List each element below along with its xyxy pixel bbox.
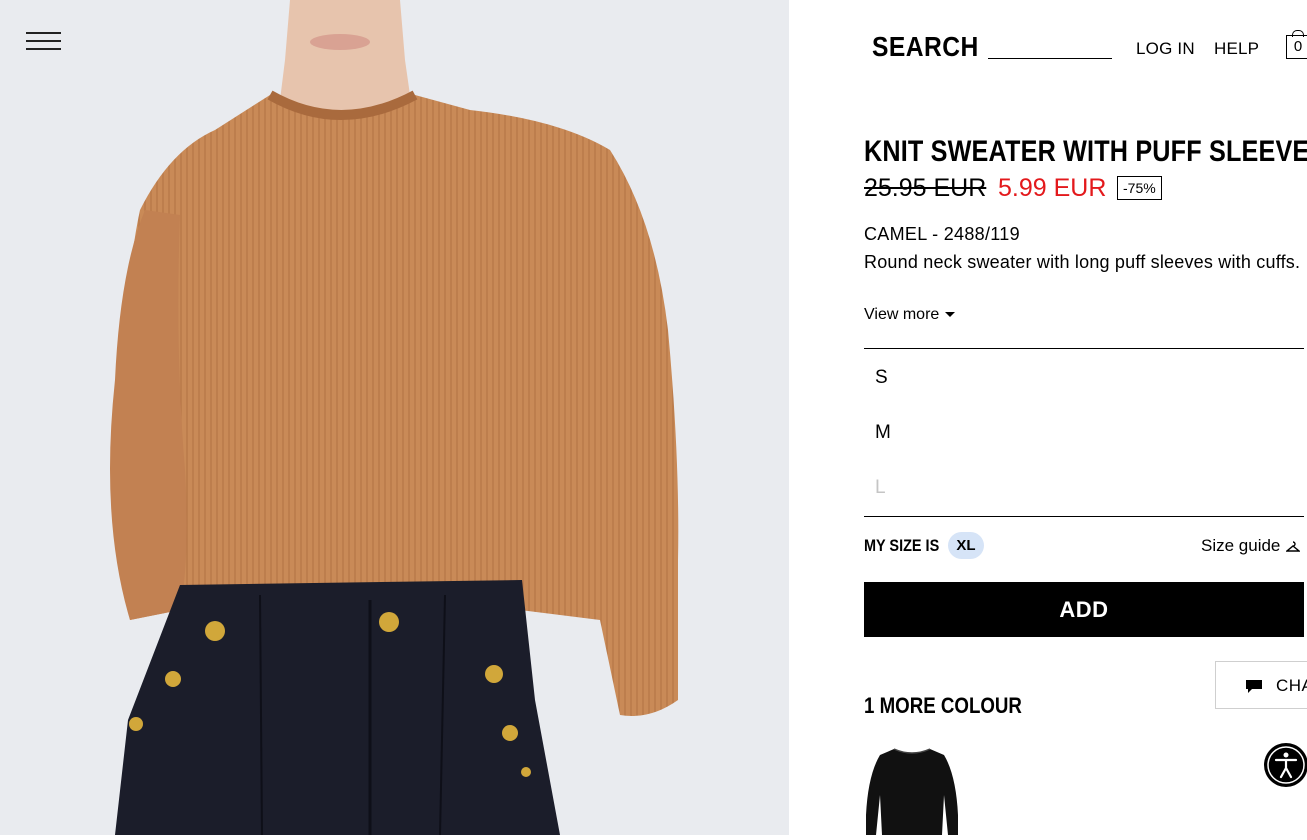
accessibility-button[interactable] — [1264, 743, 1307, 787]
accessibility-icon — [1267, 746, 1305, 784]
product-description: Round neck sweater with long puff sleeve… — [864, 252, 1301, 272]
product-main-image[interactable] — [0, 0, 789, 835]
hanger-icon — [1285, 540, 1302, 552]
login-link[interactable]: LOG IN — [1136, 39, 1195, 59]
more-colours-heading: 1 MORE COLOUR — [864, 693, 1022, 718]
product-photo-illustration — [0, 0, 789, 835]
view-more-link[interactable]: View more — [864, 306, 956, 324]
size-option-m[interactable]: M — [875, 422, 891, 444]
cart-count: 0 — [1293, 38, 1303, 55]
size-option-l[interactable]: L — [875, 477, 886, 499]
product-title: KNIT SWEATER WITH PUFF SLEEVES — [864, 135, 1307, 168]
black-sweater-thumbnail — [866, 748, 958, 835]
size-guide-link[interactable]: Size guide — [1201, 536, 1302, 556]
add-to-cart-button[interactable]: ADD — [864, 582, 1304, 637]
chat-button[interactable]: CHA — [1215, 661, 1307, 709]
discount-badge: -75% — [1117, 176, 1162, 200]
size-selector: S M L — [864, 348, 1304, 517]
old-price: 25.95 EUR — [864, 174, 987, 202]
colour-variant-thumbnail[interactable] — [864, 745, 960, 835]
my-size-badge[interactable]: XL — [948, 532, 984, 559]
colour-reference: CAMEL - 2488/119 — [864, 224, 1020, 244]
hamburger-menu-icon[interactable] — [26, 28, 62, 54]
size-option-s[interactable]: S — [875, 367, 888, 389]
view-more-label: View more — [864, 306, 940, 323]
chat-bubble-icon — [1246, 680, 1262, 693]
size-guide-label: Size guide — [1201, 536, 1281, 555]
my-size-label: MY SIZE IS — [864, 536, 940, 555]
help-link[interactable]: HELP — [1214, 39, 1259, 59]
shopping-bag-icon[interactable]: 0 — [1286, 35, 1307, 59]
search-input[interactable] — [988, 38, 1112, 59]
sale-price: 5.99 EUR — [998, 174, 1107, 202]
chat-label: CHA — [1276, 676, 1307, 695]
caret-down-icon — [945, 312, 956, 318]
search-label[interactable]: SEARCH — [872, 31, 979, 63]
